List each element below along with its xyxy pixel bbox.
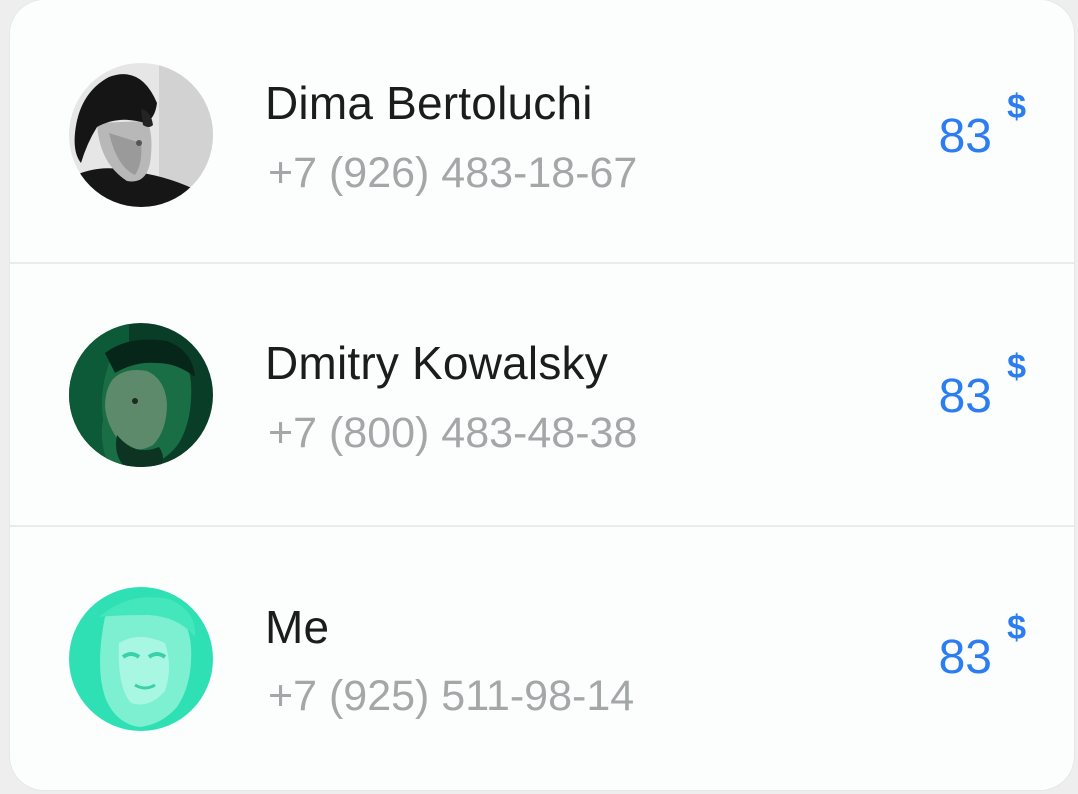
avatar (69, 63, 213, 207)
contact-name: Dima Bertoluchi (265, 77, 593, 129)
contacts-list: Dima Bertoluchi +7 (926) 483-18-67 83 $ … (10, 0, 1074, 790)
contact-phone: +7 (925) 511-98-14 (268, 672, 635, 720)
list-item[interactable]: Me +7 (925) 511-98-14 83 $ (10, 526, 1074, 790)
contact-phone: +7 (926) 483-18-67 (268, 149, 638, 197)
list-item[interactable]: Dmitry Kowalsky +7 (800) 483-48-38 83 $ (10, 263, 1074, 525)
contact-name: Dmitry Kowalsky (265, 337, 608, 389)
currency-symbol: $ (1007, 609, 1026, 647)
contact-balance: 83 (938, 631, 992, 684)
contact-balance: 83 (938, 110, 992, 163)
currency-symbol: $ (1007, 348, 1026, 386)
contact-phone: +7 (800) 483-48-38 (268, 409, 638, 457)
contact-name: Me (265, 601, 330, 653)
avatar (69, 323, 213, 467)
list-item[interactable]: Dima Bertoluchi +7 (926) 483-18-67 83 $ (10, 0, 1074, 262)
avatar (69, 587, 213, 731)
currency-symbol: $ (1007, 88, 1026, 126)
contact-balance: 83 (938, 370, 992, 423)
